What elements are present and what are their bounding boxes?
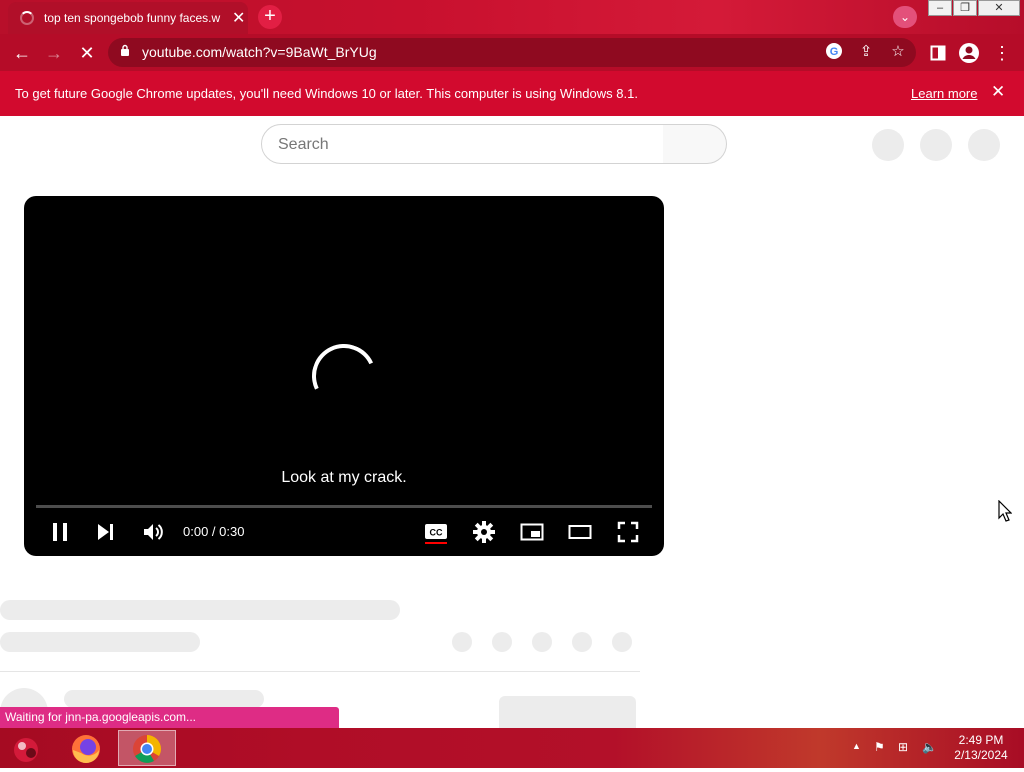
tab-close-icon[interactable]: ✕ bbox=[232, 8, 245, 28]
share-icon[interactable]: ⇪ bbox=[856, 42, 876, 62]
divider bbox=[0, 671, 640, 672]
search-placeholder: Search bbox=[278, 136, 329, 153]
video-player[interactable]: Look at my crack. 0:00 / 0:30 CC bbox=[24, 196, 664, 556]
volume-icon[interactable] bbox=[141, 520, 165, 544]
mouse-cursor-icon bbox=[998, 500, 1012, 522]
side-panel-icon[interactable] bbox=[927, 42, 949, 64]
browser-tab[interactable]: top ten spongebob funny faces.w ✕ bbox=[8, 2, 248, 34]
notifications-icon-placeholder[interactable] bbox=[920, 129, 952, 161]
google-lens-icon[interactable]: G bbox=[824, 42, 844, 62]
time-display: 0:00 / 0:30 bbox=[183, 524, 245, 539]
system-clock[interactable]: 2:49 PM 2/13/2024 bbox=[944, 733, 1018, 763]
settings-gear-icon[interactable] bbox=[472, 520, 496, 544]
status-bubble: Waiting for jnn-pa.googleapis.com... bbox=[0, 707, 339, 728]
search-input[interactable]: Search bbox=[261, 124, 664, 164]
taskbar-chrome[interactable] bbox=[118, 730, 176, 766]
stop-loading-icon[interactable]: ✕ bbox=[76, 42, 98, 64]
learn-more-link[interactable]: Learn more bbox=[911, 86, 977, 101]
start-button[interactable] bbox=[0, 730, 58, 766]
windows-taskbar: ▲ ⚑ ⊞ 🔈 2:49 PM 2/13/2024 bbox=[0, 728, 1024, 768]
loading-spinner-icon bbox=[20, 11, 34, 25]
tab-title: top ten spongebob funny faces.w bbox=[44, 11, 221, 25]
action-center-flag-icon[interactable]: ⚑ bbox=[874, 740, 885, 754]
clock-time: 2:49 PM bbox=[958, 733, 1004, 747]
lock-icon bbox=[121, 44, 129, 56]
svg-text:G: G bbox=[830, 46, 839, 58]
buffering-spinner-icon bbox=[302, 334, 386, 418]
pause-icon[interactable] bbox=[48, 520, 72, 544]
url-text: youtube.com/watch?v=9BaWt_BrYUg bbox=[142, 44, 377, 60]
create-icon-placeholder[interactable] bbox=[872, 129, 904, 161]
bookmark-star-icon[interactable]: ☆ bbox=[888, 42, 908, 62]
theater-mode-icon[interactable] bbox=[568, 520, 592, 544]
new-tab-button[interactable]: + bbox=[258, 5, 282, 29]
forward-icon[interactable]: → bbox=[43, 42, 65, 64]
action-skeleton bbox=[492, 632, 512, 652]
firefox-icon bbox=[72, 735, 100, 763]
channel-skeleton bbox=[0, 632, 200, 652]
menu-kebab-icon[interactable]: ⋮ bbox=[991, 42, 1013, 64]
address-bar[interactable]: youtube.com/watch?v=9BaWt_BrYUg G ⇪ ☆ bbox=[108, 38, 916, 67]
search-button[interactable] bbox=[663, 124, 727, 164]
account-avatar-placeholder[interactable] bbox=[968, 129, 1000, 161]
show-hidden-icons[interactable]: ▲ bbox=[852, 741, 861, 751]
video-caption: Look at my crack. bbox=[281, 469, 407, 486]
profile-avatar-icon[interactable] bbox=[958, 42, 980, 64]
action-skeleton bbox=[612, 632, 632, 652]
clock-date: 2/13/2024 bbox=[954, 748, 1008, 762]
title-skeleton bbox=[0, 600, 400, 620]
comment-skeleton bbox=[64, 690, 264, 708]
taskbar-firefox[interactable] bbox=[57, 730, 115, 766]
progress-bar[interactable] bbox=[36, 505, 652, 508]
svg-text:CC: CC bbox=[430, 528, 443, 538]
start-icon bbox=[14, 738, 38, 762]
action-skeleton bbox=[452, 632, 472, 652]
next-icon[interactable] bbox=[94, 520, 118, 544]
volume-muted-icon[interactable]: 🔈 bbox=[922, 740, 937, 754]
action-skeleton bbox=[532, 632, 552, 652]
close-window-button[interactable]: ✕ bbox=[978, 0, 1020, 16]
minimize-button[interactable]: – bbox=[928, 0, 952, 16]
miniplayer-icon[interactable] bbox=[520, 520, 544, 544]
captions-icon[interactable]: CC bbox=[424, 520, 448, 544]
infobar-close-icon[interactable]: ✕ bbox=[991, 82, 1005, 102]
fullscreen-icon[interactable] bbox=[616, 520, 640, 544]
tab-search-icon[interactable]: ⌄ bbox=[893, 6, 917, 28]
network-icon[interactable]: ⊞ bbox=[898, 740, 908, 754]
restore-button[interactable]: ❐ bbox=[953, 0, 977, 16]
status-text: Waiting for jnn-pa.googleapis.com... bbox=[5, 710, 196, 724]
chrome-icon bbox=[133, 735, 161, 763]
action-skeleton bbox=[572, 632, 592, 652]
update-infobar: To get future Google Chrome updates, you… bbox=[0, 71, 1024, 116]
back-icon[interactable]: ← bbox=[11, 42, 33, 64]
infobar-message: To get future Google Chrome updates, you… bbox=[15, 86, 638, 101]
